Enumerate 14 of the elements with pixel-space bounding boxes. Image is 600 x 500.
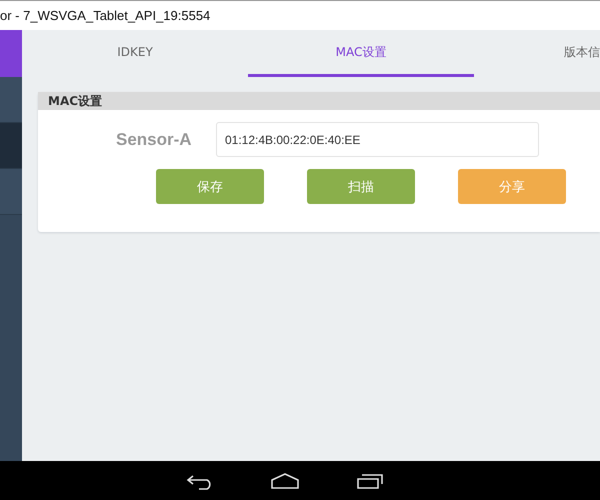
field-label: Sensor-A [116, 130, 193, 150]
home-icon [270, 472, 300, 490]
mac-field[interactable]: 01:12:4B:00:22:0E:40:EE [216, 122, 539, 157]
action-button[interactable]: 保存 [156, 169, 264, 204]
action-button[interactable]: 扫描 [307, 169, 415, 204]
recents-icon [355, 472, 385, 490]
sidebar-header [0, 30, 22, 77]
tab[interactable]: 版本信 [474, 30, 600, 77]
recents-button[interactable] [355, 472, 385, 490]
home-button[interactable] [270, 472, 300, 490]
window-title: or - 7_WSVGA_Tablet_API_19:5554 [0, 8, 210, 23]
tab[interactable]: IDKEY [22, 30, 248, 77]
tab[interactable]: MAC设置 [248, 30, 474, 77]
card-title: MAC设置 [48, 92, 102, 110]
